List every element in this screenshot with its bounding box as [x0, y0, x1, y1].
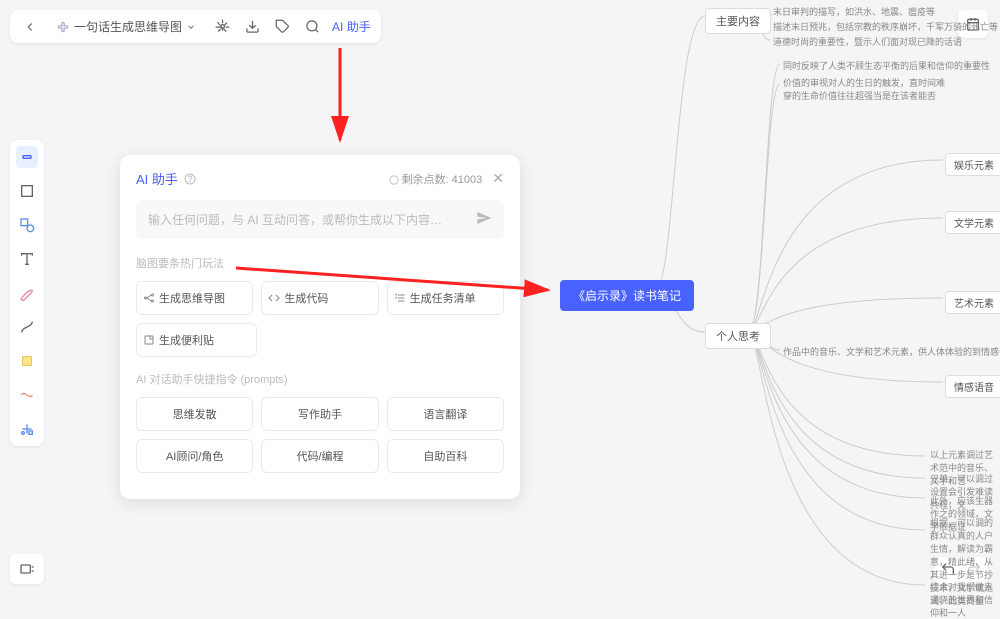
ai-prompt-input[interactable] — [148, 213, 476, 227]
section-label-functions: 脑图要条热门玩法 — [136, 255, 504, 271]
mindmap-root[interactable]: 《启示录》读书笔记 — [560, 280, 694, 311]
ai-assistant-panel: AI 助手 剩余点数: 41003 ✕ 脑图要条热门玩法 生成思维导图 生成代码 — [120, 155, 520, 499]
tool-select[interactable] — [16, 146, 38, 168]
ai-input-row — [136, 200, 504, 239]
export-icon[interactable] — [242, 17, 262, 37]
tag-icon[interactable] — [272, 17, 292, 37]
generate-sticky-button[interactable]: 生成便利贴 — [136, 323, 257, 357]
mindmap-leaf[interactable]: 作品中的音乐、文学和艺术元素，供人体体验的到情感调音 — [783, 345, 1000, 358]
generate-tasks-button[interactable]: 生成任务清单 — [387, 281, 504, 315]
tool-shape[interactable] — [16, 214, 38, 236]
prompt-writing[interactable]: 写作助手 — [261, 397, 378, 431]
tool-link[interactable] — [16, 384, 38, 406]
mindmap-leaf[interactable]: 道德时尚的重要性，暨示人们面对现已降的话语 — [773, 35, 962, 48]
mindmap-branch-thinking[interactable]: 个人思考 — [705, 323, 771, 349]
mindmap-leaf[interactable]: 末日审判的描写，如洪水、地震、瘟疫等 — [773, 5, 935, 18]
generate-code-button[interactable]: 生成代码 — [261, 281, 378, 315]
document-title-chip[interactable]: 一句话生成思维导图 — [50, 16, 202, 37]
prompt-role[interactable]: AI顾问/角色 — [136, 439, 253, 473]
mindmap-leaf[interactable]: 描述末日预兆，包括宗教的秩序崩坏，千军万骑的死亡等 — [773, 20, 998, 33]
document-title: 一句话生成思维导图 — [74, 18, 182, 35]
section-label-prompts: AI 对话助手快捷指令 (prompts) — [136, 371, 504, 387]
tool-pen[interactable] — [16, 282, 38, 304]
mindmap-canvas[interactable]: 《启示录》读书笔记 主要内容 个人思考 末日审判的描写，如洪水、地震、瘟疫等 描… — [555, 0, 1000, 594]
help-icon[interactable] — [184, 173, 196, 185]
tool-sticky[interactable] — [16, 350, 38, 372]
prompt-encyclopedia[interactable]: 自助百科 — [387, 439, 504, 473]
mindmap-category[interactable]: 娱乐元素 — [945, 153, 1000, 176]
generate-mindmap-button[interactable]: 生成思维导图 — [136, 281, 253, 315]
back-button[interactable] — [20, 17, 40, 37]
prompt-translate[interactable]: 语言翻译 — [387, 397, 504, 431]
tool-frame[interactable] — [16, 180, 38, 202]
mindmap-category[interactable]: 艺术元素 — [945, 291, 1000, 314]
credits-display: 剩余点数: 41003 — [389, 171, 483, 187]
layers-button[interactable] — [10, 554, 44, 584]
top-toolbar: 一句话生成思维导图 AI 助手 — [10, 10, 381, 43]
send-button[interactable] — [476, 210, 492, 229]
close-button[interactable]: ✕ — [492, 170, 504, 187]
tool-connector[interactable] — [16, 316, 38, 338]
settings-icon[interactable] — [212, 17, 232, 37]
ai-assist-button[interactable]: AI 助手 — [332, 18, 371, 35]
prompt-coding[interactable]: 代码/编程 — [261, 439, 378, 473]
mindmap-branch-content[interactable]: 主要内容 — [705, 8, 771, 34]
left-toolbar — [10, 140, 44, 446]
search-icon[interactable] — [302, 17, 322, 37]
tool-more[interactable] — [16, 418, 38, 440]
tool-text[interactable] — [16, 248, 38, 270]
mindmap-leaf[interactable]: 价值的审视对人的生日的触发，直时间难穿的生命价值往往超强当是在该者能否 — [783, 76, 953, 102]
mindmap-category[interactable]: 文学元素 — [945, 211, 1000, 234]
mindmap-leaf[interactable]: 综合对我们做人通晓的世界和信仰和一人 — [930, 580, 1000, 619]
mindmap-leaf[interactable]: 同时反映了人类不顾生态平衡的后果和信仰的重要性 — [783, 59, 990, 72]
ai-panel-title: AI 助手 — [136, 169, 196, 188]
mindmap-category[interactable]: 情感语音 — [945, 375, 1000, 398]
prompt-divergent[interactable]: 思维发散 — [136, 397, 253, 431]
